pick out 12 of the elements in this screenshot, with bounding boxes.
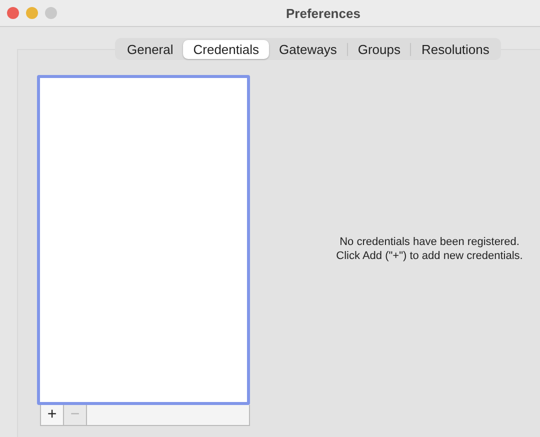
credentials-list[interactable] (37, 75, 250, 405)
minimize-button[interactable] (26, 7, 38, 19)
window-title: Preferences (286, 6, 360, 20)
tab[interactable]: Credentials (183, 40, 270, 58)
empty-message: No credentials have been registered. (338, 235, 520, 249)
empty-message: Click Add ("+") to add new credentials. (335, 249, 524, 263)
tab[interactable]: Resolutions (411, 40, 500, 58)
close-button[interactable] (7, 7, 19, 19)
zoom-button[interactable] (45, 7, 57, 19)
tab[interactable]: Groups (348, 40, 410, 58)
tab[interactable]: Gateways (269, 40, 347, 58)
tab[interactable]: General (117, 40, 184, 58)
